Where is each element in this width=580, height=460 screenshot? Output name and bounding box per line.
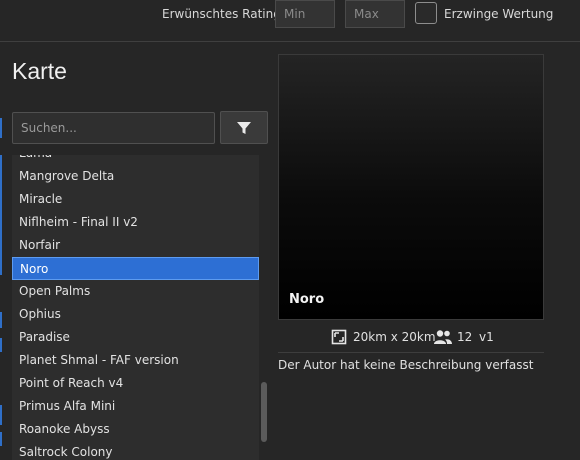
player-count: 12 bbox=[457, 330, 473, 344]
map-list-item[interactable]: Saltrock Colony bbox=[12, 441, 259, 460]
rating-min-input[interactable] bbox=[275, 0, 335, 28]
top-divider bbox=[0, 41, 580, 42]
map-panel-title: Karte bbox=[12, 58, 67, 84]
side-accent bbox=[0, 338, 2, 352]
map-list-item[interactable]: Primus Alfa Mini bbox=[12, 395, 259, 418]
map-list-item[interactable]: Luma bbox=[12, 155, 259, 165]
map-size: 20km x 20km bbox=[353, 330, 436, 344]
meta-divider bbox=[278, 352, 544, 353]
map-list-item[interactable]: Mangrove Delta bbox=[12, 165, 259, 188]
map-version: v1 bbox=[479, 330, 494, 344]
side-accent bbox=[0, 312, 2, 328]
map-list-item[interactable]: Norfair bbox=[12, 234, 259, 257]
map-list-item-selected[interactable]: Noro bbox=[12, 257, 259, 280]
map-list-item[interactable]: Roanoke Abyss bbox=[12, 418, 259, 441]
map-description: Der Autor hat keine Beschreibung verfass… bbox=[278, 358, 534, 372]
map-list-item[interactable]: Open Palms bbox=[12, 280, 259, 303]
side-accent bbox=[0, 405, 2, 425]
rating-max-input[interactable] bbox=[345, 0, 405, 28]
map-list[interactable]: LumaMangrove DeltaMiracleNiflheim - Fina… bbox=[12, 155, 259, 460]
filter-icon bbox=[237, 121, 251, 134]
side-accent bbox=[0, 118, 2, 138]
map-preview-image: Noro bbox=[278, 54, 544, 320]
map-list-item[interactable]: Niflheim - Final II v2 bbox=[12, 211, 259, 234]
filter-button[interactable] bbox=[220, 111, 268, 144]
map-list-item[interactable]: Miracle bbox=[12, 188, 259, 211]
map-list-scroll-thumb[interactable] bbox=[261, 382, 267, 442]
map-list-item[interactable]: Ophius bbox=[12, 303, 259, 326]
side-accent bbox=[0, 432, 2, 446]
map-list-item[interactable]: Paradise bbox=[12, 326, 259, 349]
desired-rating-label: Erwünschtes Rating bbox=[162, 7, 281, 21]
players-icon bbox=[434, 330, 452, 344]
enforce-rating-label: Erzwinge Wertung bbox=[444, 7, 554, 21]
map-search-input[interactable] bbox=[12, 112, 215, 144]
map-list-item[interactable]: Planet Shmal - FAF version bbox=[12, 349, 259, 372]
map-list-item[interactable]: Point of Reach v4 bbox=[12, 372, 259, 395]
preview-map-name: Noro bbox=[289, 292, 325, 307]
side-accent bbox=[0, 155, 2, 275]
enforce-rating-checkbox[interactable] bbox=[415, 2, 437, 24]
map-size-icon bbox=[331, 329, 347, 345]
